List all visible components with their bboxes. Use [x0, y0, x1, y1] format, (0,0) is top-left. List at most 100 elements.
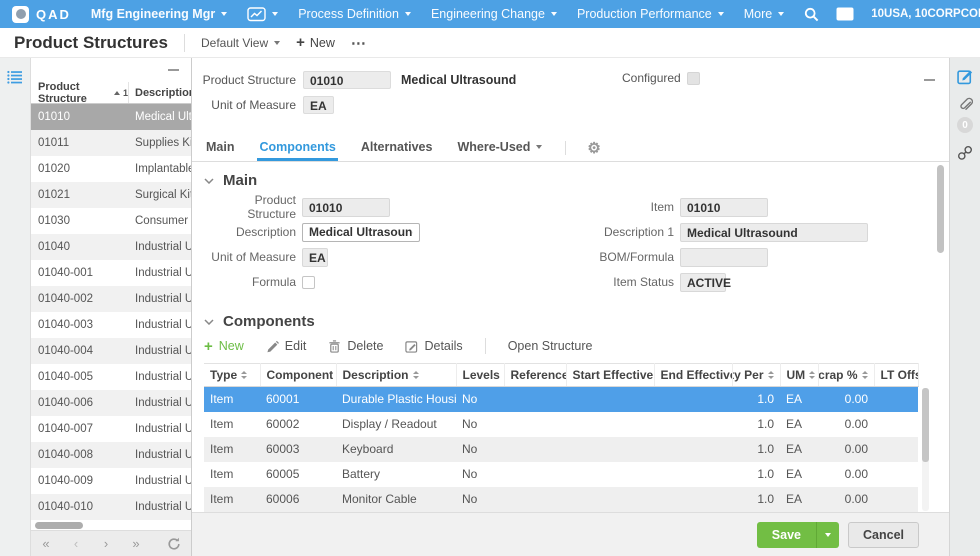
- component-row[interactable]: Item60001Durable Plastic HousingNo1.0EA0…: [204, 387, 918, 412]
- dashboard-menu[interactable]: [247, 7, 278, 22]
- component-row[interactable]: Item60002Display / ReadoutNo1.0EA0.00: [204, 412, 918, 437]
- component-details-button[interactable]: Details: [405, 339, 462, 353]
- menu-engineering-change[interactable]: Engineering Change: [431, 7, 557, 21]
- menu-process-definition[interactable]: Process Definition: [298, 7, 411, 21]
- description1-input[interactable]: Medical Ultrasound: [680, 223, 868, 242]
- inbox-icon[interactable]: [836, 7, 854, 21]
- details-icon: [405, 340, 418, 353]
- save-button[interactable]: Save: [757, 522, 839, 548]
- browse-row[interactable]: 01010Medical Ultra: [31, 104, 191, 130]
- previous-page-button[interactable]: ‹: [61, 536, 91, 551]
- menu-production-performance[interactable]: Production Performance: [577, 7, 724, 21]
- more-actions-button[interactable]: ⋯: [351, 34, 367, 52]
- component-row[interactable]: Item60003KeyboardNo1.0EA0.00: [204, 437, 918, 462]
- save-options-button[interactable]: [816, 522, 839, 548]
- search-icon[interactable]: [804, 7, 819, 22]
- product-structure-input[interactable]: 01010: [302, 198, 390, 217]
- attachments-icon[interactable]: [958, 97, 973, 113]
- sort-icon: [809, 371, 815, 379]
- component-row[interactable]: Item60006Monitor CableNo1.0EA0.00: [204, 487, 918, 512]
- new-record-button[interactable]: +New: [296, 35, 335, 50]
- app-menu[interactable]: Mfg Engineering Mgr: [91, 7, 227, 21]
- browse-column-description[interactable]: Description: [129, 87, 191, 99]
- column-lt-offset[interactable]: LT Offset: [874, 364, 918, 387]
- browse-row[interactable]: 01040-001Industrial Ult: [31, 260, 191, 286]
- column-um[interactable]: UM: [780, 364, 818, 387]
- item-input[interactable]: 01010: [680, 198, 768, 217]
- component-delete-button[interactable]: Delete: [328, 339, 383, 353]
- tab-where-used[interactable]: Where-Used: [455, 135, 544, 161]
- scrollbar-thumb[interactable]: [922, 388, 929, 462]
- detail-vertical-scrollbar[interactable]: [937, 165, 944, 505]
- first-page-button[interactable]: «: [31, 536, 61, 551]
- column-start-effective[interactable]: Start Effective: [566, 364, 654, 387]
- browse-row[interactable]: 01040-009Industrial Ult: [31, 468, 191, 494]
- tab-main[interactable]: Main: [204, 135, 236, 161]
- menu-more[interactable]: More: [744, 7, 784, 21]
- qad-logo[interactable]: QAD: [12, 6, 71, 23]
- tab-settings-button[interactable]: ⚙: [587, 135, 600, 161]
- bom-formula-input[interactable]: [680, 248, 768, 267]
- browse-list-icon[interactable]: [7, 70, 23, 84]
- column-qty-per[interactable]: Qty Per: [732, 364, 780, 387]
- column-levels[interactable]: Levels: [456, 364, 504, 387]
- browse-row[interactable]: 01040-006Industrial Ult: [31, 390, 191, 416]
- browse-row[interactable]: 01040-007Industrial Ult: [31, 416, 191, 442]
- tab-components[interactable]: Components: [257, 135, 337, 161]
- column-scrap[interactable]: Scrap %: [818, 364, 874, 387]
- last-page-button[interactable]: »: [121, 536, 151, 551]
- component-new-button[interactable]: +New: [204, 339, 244, 354]
- browse-row[interactable]: 01040-010Industrial Ult: [31, 494, 191, 520]
- edit-record-icon[interactable]: [957, 68, 974, 85]
- save-label[interactable]: Save: [757, 522, 816, 548]
- component-row[interactable]: Item60005BatteryNo1.0EA0.00: [204, 462, 918, 487]
- browse-row[interactable]: 01020Implantable: [31, 156, 191, 182]
- browse-row[interactable]: 01011Supplies Kit: [31, 130, 191, 156]
- browse-row[interactable]: 01040-004Industrial Ult: [31, 338, 191, 364]
- column-component[interactable]: Component: [260, 364, 336, 387]
- open-structure-button[interactable]: Open Structure: [508, 339, 593, 353]
- detail-tabs: Main Components Alternatives Where-Used …: [192, 135, 949, 162]
- browse-column-product-structure[interactable]: Product Structure 1: [31, 82, 129, 103]
- browse-row[interactable]: 01040-003Industrial Ult: [31, 312, 191, 338]
- links-icon[interactable]: [957, 145, 973, 161]
- cancel-button[interactable]: Cancel: [848, 522, 919, 548]
- column-description[interactable]: Description: [336, 364, 456, 387]
- description-input[interactable]: [302, 223, 420, 242]
- scrollbar-thumb[interactable]: [937, 165, 944, 253]
- tab-alternatives[interactable]: Alternatives: [359, 135, 435, 161]
- main-section-header[interactable]: Main: [204, 172, 925, 189]
- column-label: Product Structure: [38, 81, 111, 105]
- item-status-input[interactable]: ACTIVE: [680, 273, 726, 292]
- collapse-browse-icon[interactable]: [168, 69, 179, 71]
- refresh-button[interactable]: [167, 537, 181, 551]
- browse-row[interactable]: 01021Surgical Kit: [31, 182, 191, 208]
- component-edit-button[interactable]: Edit: [266, 339, 307, 353]
- collapse-detail-icon[interactable]: [924, 68, 935, 86]
- components-table-scrollbar[interactable]: [922, 388, 929, 511]
- formula-checkbox[interactable]: [302, 276, 315, 289]
- components-section-header[interactable]: Components: [204, 313, 925, 330]
- column-reference[interactable]: Reference: [504, 364, 566, 387]
- browse-horizontal-scrollbar[interactable]: [31, 520, 191, 530]
- menu-label: Process Definition: [298, 7, 399, 21]
- browse-row[interactable]: 01030Consumer U: [31, 208, 191, 234]
- plus-icon: +: [204, 339, 213, 354]
- uom-input[interactable]: EA: [302, 248, 328, 267]
- browse-row[interactable]: 01040-008Industrial Ult: [31, 442, 191, 468]
- uom-field[interactable]: EA: [303, 96, 334, 114]
- brand-text: QAD: [36, 7, 71, 22]
- next-page-button[interactable]: ›: [91, 536, 121, 551]
- column-type[interactable]: Type: [204, 364, 260, 387]
- browse-row[interactable]: 01040Industrial Ult: [31, 234, 191, 260]
- view-selector[interactable]: Default View: [201, 36, 280, 50]
- scrollbar-thumb[interactable]: [35, 522, 83, 529]
- field-label: Formula: [204, 275, 296, 289]
- column-end-effective[interactable]: End Effective: [654, 364, 732, 387]
- browse-row[interactable]: 01040-002Industrial Ult: [31, 286, 191, 312]
- configured-checkbox[interactable]: [687, 72, 700, 85]
- browse-row[interactable]: 01040-005Industrial Ult: [31, 364, 191, 390]
- product-structure-field[interactable]: 01010: [303, 71, 391, 89]
- chart-icon: [247, 7, 266, 22]
- company-domain-menu[interactable]: 10USA, 10CORPCONS: [871, 8, 980, 20]
